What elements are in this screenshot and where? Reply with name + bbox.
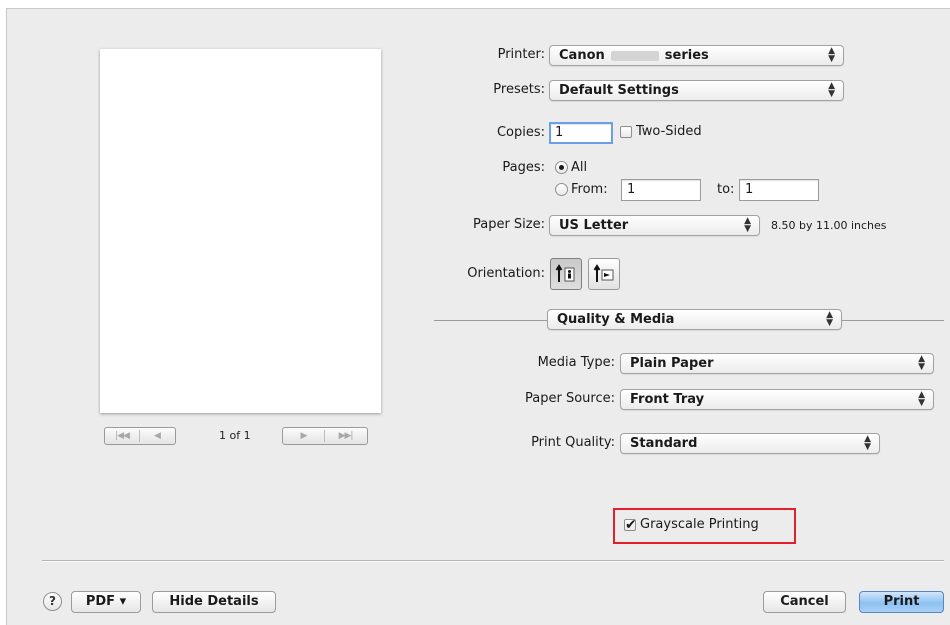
copies-label: Copies:: [496, 125, 545, 140]
two-sided-checkbox[interactable]: [620, 126, 632, 138]
paper-source-label: Paper Source:: [525, 391, 615, 406]
media-type-label: Media Type:: [537, 355, 615, 370]
print-quality-value: Standard: [630, 436, 698, 451]
hide-details-button[interactable]: Hide Details: [152, 591, 276, 613]
redacted-model: [610, 50, 659, 61]
updown-arrows-icon: ▲ ▼: [744, 216, 751, 234]
updown-arrows-icon: ▲ ▼: [828, 46, 835, 64]
paper-source-popup[interactable]: Front Tray ▲ ▼: [620, 389, 934, 410]
section-divider-right: [842, 320, 944, 321]
pages-label: Pages:: [502, 160, 545, 175]
pages-from-label: From:: [571, 182, 608, 197]
portrait-orientation-button[interactable]: [550, 258, 582, 290]
media-type-value: Plain Paper: [630, 356, 714, 371]
page-preview: [100, 49, 381, 413]
updown-arrows-icon: ▲ ▼: [826, 310, 833, 328]
paper-dimensions: 8.50 by 11.00 inches: [771, 219, 887, 232]
updown-arrows-icon: ▲ ▼: [864, 434, 871, 452]
printer-name-suffix: series: [664, 48, 709, 63]
print-dialog: |◀◀ ◀ 1 of 1 ▶ ▶▶| Printer: Canon series …: [6, 8, 950, 625]
presets-value: Default Settings: [559, 83, 679, 98]
preview-back-nav: |◀◀ ◀: [104, 427, 176, 445]
media-type-popup[interactable]: Plain Paper ▲ ▼: [620, 353, 934, 374]
help-button[interactable]: ?: [43, 592, 62, 611]
pages-to-field[interactable]: 1: [739, 179, 819, 201]
last-page-button[interactable]: ▶▶|: [325, 431, 366, 441]
updown-arrows-icon: ▲ ▼: [828, 81, 835, 99]
two-sided-label: Two-Sided: [636, 124, 702, 139]
landscape-orientation-button[interactable]: [588, 258, 620, 290]
pages-to-label: to:: [717, 182, 735, 197]
pages-from-radio[interactable]: [555, 183, 568, 196]
presets-popup[interactable]: Default Settings ▲ ▼: [549, 80, 844, 101]
next-page-button[interactable]: ▶: [283, 431, 324, 441]
print-quality-label: Print Quality:: [531, 435, 615, 450]
pages-from-field[interactable]: 1: [621, 179, 701, 201]
pdf-menu-button[interactable]: PDF ▾: [71, 591, 141, 613]
previous-page-button[interactable]: ◀: [140, 431, 174, 441]
footer-divider: [42, 560, 944, 562]
printer-name-prefix: Canon: [559, 48, 605, 63]
updown-arrows-icon: ▲ ▼: [918, 390, 925, 408]
section-popup-value: Quality & Media: [557, 312, 675, 327]
orientation-label: Orientation:: [467, 266, 545, 281]
section-divider-left: [434, 320, 547, 321]
copies-field[interactable]: 1: [549, 122, 613, 144]
print-button[interactable]: Print: [859, 591, 944, 613]
pages-all-label: All: [571, 160, 588, 175]
paper-size-label: Paper Size:: [472, 217, 545, 232]
checkmark-icon: ✔: [625, 517, 637, 533]
preview-forward-nav: ▶ ▶▶|: [282, 427, 368, 445]
paper-size-value: US Letter: [559, 218, 629, 233]
portrait-orientation-icon: [555, 264, 575, 282]
presets-label: Presets:: [493, 82, 545, 97]
print-quality-popup[interactable]: Standard ▲ ▼: [620, 433, 880, 454]
updown-arrows-icon: ▲ ▼: [918, 354, 925, 372]
cancel-button[interactable]: Cancel: [763, 591, 846, 613]
landscape-orientation-icon: [593, 264, 614, 282]
printer-label: Printer:: [497, 47, 545, 62]
pages-all-radio[interactable]: [555, 161, 568, 174]
paper-source-value: Front Tray: [630, 392, 705, 407]
page-indicator: 1 of 1: [219, 429, 251, 442]
grayscale-checkbox[interactable]: ✔: [624, 517, 637, 533]
printer-popup[interactable]: Canon series ▲ ▼: [549, 45, 844, 66]
first-page-button[interactable]: |◀◀: [105, 431, 139, 441]
section-popup[interactable]: Quality & Media ▲ ▼: [547, 309, 842, 330]
grayscale-label: Grayscale Printing: [640, 517, 759, 532]
paper-size-popup[interactable]: US Letter ▲ ▼: [549, 215, 760, 236]
